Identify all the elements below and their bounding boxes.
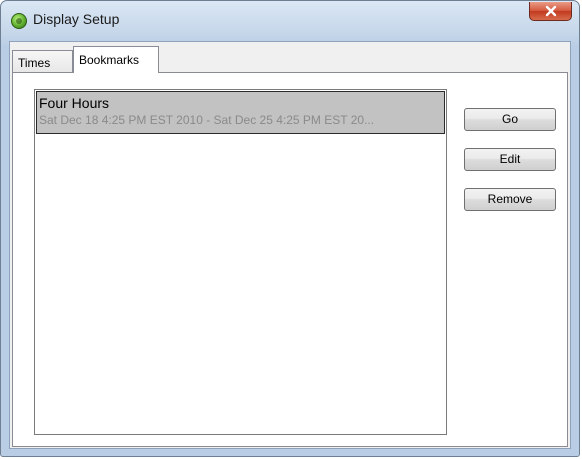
bookmarks-list[interactable]: Four Hours Sat Dec 18 4:25 PM EST 2010 -… bbox=[34, 89, 447, 435]
dialog-client-area: Times Bookmarks Four Hours Sat Dec 18 4:… bbox=[9, 41, 571, 449]
bookmark-name: Four Hours bbox=[39, 95, 110, 111]
edit-button[interactable]: Edit bbox=[464, 148, 556, 171]
tab-bookmarks[interactable]: Bookmarks bbox=[73, 46, 159, 73]
tab-times[interactable]: Times bbox=[12, 50, 73, 72]
remove-button[interactable]: Remove bbox=[464, 188, 556, 211]
close-button[interactable] bbox=[529, 2, 572, 21]
tab-times-label: Times bbox=[18, 56, 51, 70]
title-bar[interactable]: Display Setup bbox=[1, 1, 579, 41]
close-icon bbox=[545, 5, 557, 17]
window-title: Display Setup bbox=[33, 11, 120, 27]
list-item[interactable]: Four Hours Sat Dec 18 4:25 PM EST 2010 -… bbox=[36, 91, 445, 134]
go-button[interactable]: Go bbox=[464, 108, 556, 131]
app-icon bbox=[11, 13, 27, 29]
bookmark-time-range: Sat Dec 18 4:25 PM EST 2010 - Sat Dec 25… bbox=[39, 113, 375, 127]
display-setup-window: Display Setup Times Bookmarks Four Hours… bbox=[0, 0, 580, 457]
tab-bookmarks-label: Bookmarks bbox=[79, 53, 140, 67]
